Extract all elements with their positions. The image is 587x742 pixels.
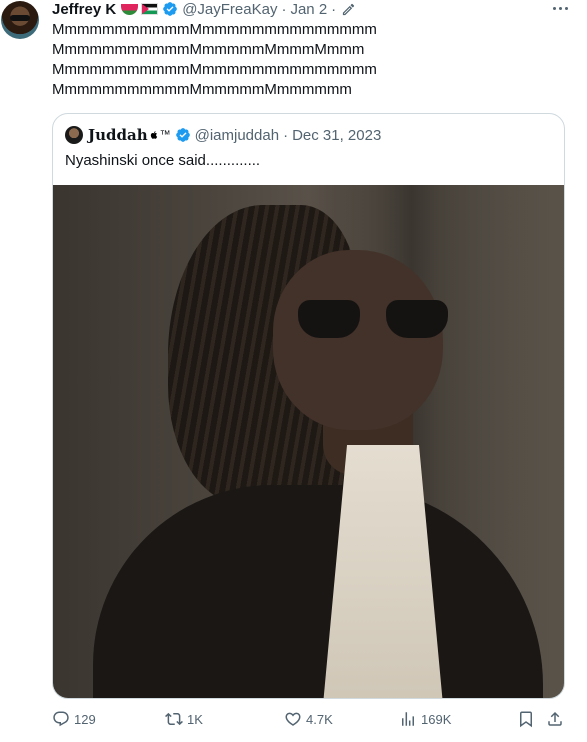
- tweet: Jeffrey K @JayFreaKay · Jan 2 · Mmmmmmmm…: [0, 0, 587, 742]
- quoted-author-name: Juddah: [88, 126, 148, 144]
- quoted-tweet-header: Juddah ™ @iamjuddah · Dec 31, 2023: [65, 125, 381, 145]
- tweet-text: MmmmmmmmmmmMmmmmmmmmmmmmmm MmmmmmmmmmmMm…: [52, 20, 562, 100]
- quoted-tweet[interactable]: Juddah ™ @iamjuddah · Dec 31, 2023 Nyash…: [52, 113, 565, 699]
- quoted-tweet-text: Nyashinski once said.............: [65, 152, 261, 169]
- repost-button[interactable]: 1K: [165, 708, 203, 730]
- tweet-text-line: MmmmmmmmmmmMmmmmmmmmmmmmmm: [52, 61, 377, 78]
- palestine-flag-icon: [141, 3, 159, 15]
- views-chart-icon: [402, 712, 414, 726]
- views-button[interactable]: 169K: [399, 708, 451, 730]
- separator-dot: ·: [283, 126, 289, 144]
- like-button[interactable]: 4.7K: [284, 708, 333, 730]
- separator-dot: ·: [331, 0, 337, 18]
- reply-count: 129: [74, 711, 96, 727]
- tweet-text-line: MmmmmmmmmmmMmmmmmMmmmmmm: [52, 81, 352, 98]
- verified-badge-icon: [175, 128, 190, 142]
- heart-icon: [285, 712, 301, 726]
- share-button[interactable]: [546, 708, 564, 730]
- repost-icon: [165, 712, 183, 726]
- watermelon-emoji-icon: [121, 3, 139, 15]
- bookmark-icon: [520, 711, 532, 728]
- repost-count: 1K: [187, 711, 203, 727]
- apple-logo-icon: [150, 131, 157, 139]
- quoted-author-avatar: [65, 126, 83, 144]
- quoted-tweet-photo[interactable]: [53, 185, 564, 698]
- bookmark-button[interactable]: [517, 708, 535, 730]
- tweet-text-line: MmmmmmmmmmmMmmmmmMmmmMmmm: [52, 41, 365, 58]
- share-icon: [548, 711, 562, 726]
- quoted-author-handle: @iamjuddah: [194, 126, 280, 144]
- more-options-icon[interactable]: [553, 2, 573, 14]
- separator-dot: ·: [281, 0, 287, 18]
- reply-button[interactable]: 129: [52, 708, 96, 730]
- tweet-date[interactable]: Jan 2: [290, 1, 327, 18]
- author-handle[interactable]: @JayFreaKay: [182, 1, 277, 18]
- like-count: 4.7K: [306, 711, 333, 727]
- edited-pencil-icon[interactable]: [341, 2, 356, 17]
- tweet-actions: 129 1K 4.7K 169K: [52, 708, 565, 730]
- quoted-tweet-date: Dec 31, 2023: [292, 126, 382, 144]
- tweet-header: Jeffrey K @JayFreaKay · Jan 2 ·: [52, 0, 356, 18]
- reply-icon: [53, 711, 69, 727]
- views-count: 169K: [421, 711, 452, 727]
- author-avatar[interactable]: [1, 1, 39, 39]
- trademark-symbol: ™: [159, 129, 171, 141]
- verified-badge-icon[interactable]: [162, 1, 178, 17]
- author-name[interactable]: Jeffrey K: [52, 1, 116, 18]
- tweet-text-line: MmmmmmmmmmmMmmmmmmmmmmmmmm: [52, 21, 377, 38]
